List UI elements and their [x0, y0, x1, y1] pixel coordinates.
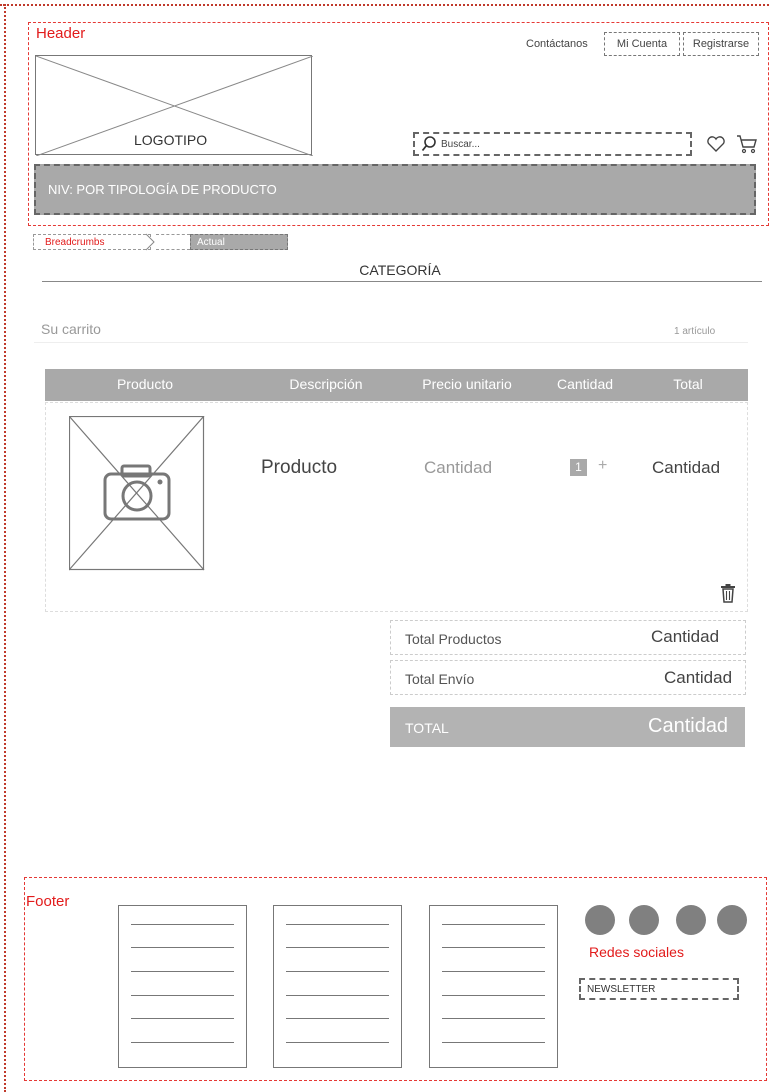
order-total-bar: TOTAL Cantidad — [390, 707, 745, 747]
summary-products-label: Total Productos — [405, 631, 502, 647]
newsletter-input[interactable]: NEWSLETTER — [579, 978, 739, 1000]
column-header: Descripción — [289, 376, 363, 392]
search-placeholder: Buscar... — [441, 138, 480, 150]
breadcrumb-current: Actual — [190, 234, 288, 250]
category-divider — [42, 281, 762, 282]
column-header: Producto — [116, 376, 174, 392]
summary-shipping-value: Cantidad — [664, 668, 733, 687]
column-header: Cantidad — [556, 376, 614, 392]
header-label: Header — [36, 25, 86, 42]
heart-icon[interactable] — [706, 135, 726, 153]
category-nav-label: NIV: POR TIPOLOGÍA DE PRODUCTO — [48, 182, 277, 197]
search-input[interactable]: Buscar... — [413, 132, 692, 156]
my-account-label: Mi Cuenta — [616, 38, 668, 50]
table-row: Producto Cantidad 1 + Cantidad — [45, 402, 748, 612]
social-icon[interactable] — [585, 905, 615, 935]
social-icon[interactable] — [717, 905, 747, 935]
cart-item-count: 1 artículo — [674, 326, 716, 337]
product-name[interactable]: Producto — [261, 457, 337, 479]
breadcrumb-label: Breadcrumbs — [45, 236, 105, 248]
footer-column — [273, 905, 402, 1068]
breadcrumb-item[interactable]: Breadcrumbs — [33, 234, 151, 250]
column-header: Precio unitario — [422, 376, 512, 392]
summary-products-row: Total Productos Cantidad — [390, 620, 746, 655]
chevron-right-icon — [145, 233, 155, 251]
unit-price: Cantidad — [424, 458, 493, 477]
cart-table-header: Producto Descripción Precio unitario Can… — [45, 369, 748, 401]
contact-link[interactable]: Contáctanos — [526, 38, 588, 50]
social-icon[interactable] — [629, 905, 659, 935]
camera-icon — [69, 416, 205, 571]
page-border-left — [4, 4, 6, 1092]
social-label: Redes sociales — [589, 944, 684, 960]
summary-shipping-label: Total Envío — [405, 671, 475, 687]
quantity-field[interactable]: 1 — [570, 459, 587, 476]
footer-column — [429, 905, 558, 1068]
cart-divider — [34, 342, 748, 343]
column-header: Total — [673, 376, 703, 392]
category-nav[interactable]: NIV: POR TIPOLOGÍA DE PRODUCTO — [34, 164, 756, 215]
my-account-button[interactable]: Mi Cuenta — [604, 32, 680, 56]
social-icon[interactable] — [676, 905, 706, 935]
order-total-value: Cantidad — [648, 715, 729, 737]
register-button[interactable]: Registrarse — [683, 32, 759, 56]
cart-title: Su carrito — [41, 321, 101, 337]
logo-text: LOGOTIPO — [132, 132, 210, 148]
search-icon — [421, 136, 436, 152]
footer-label: Footer — [26, 893, 70, 910]
breadcrumb-current-label: Actual — [197, 236, 225, 248]
logo[interactable]: LOGOTIPO — [35, 55, 313, 156]
page-border-top — [0, 4, 769, 6]
summary-products-value: Cantidad — [651, 627, 720, 646]
line-total: Cantidad — [652, 458, 721, 477]
summary-shipping-row: Total Envío Cantidad — [390, 660, 746, 695]
order-total-label: TOTAL — [405, 720, 449, 736]
register-label: Registrarse — [692, 38, 750, 50]
category-title: CATEGORÍA — [359, 262, 441, 278]
increase-quantity-button[interactable]: + — [598, 457, 607, 475]
newsletter-label: NEWSLETTER — [587, 983, 656, 995]
breadcrumb-separator — [156, 234, 190, 250]
trash-icon[interactable] — [721, 584, 735, 603]
footer-column — [118, 905, 247, 1068]
page: { "header": { "region_label": "Header", … — [0, 0, 769, 1092]
cart-icon[interactable] — [736, 134, 758, 154]
